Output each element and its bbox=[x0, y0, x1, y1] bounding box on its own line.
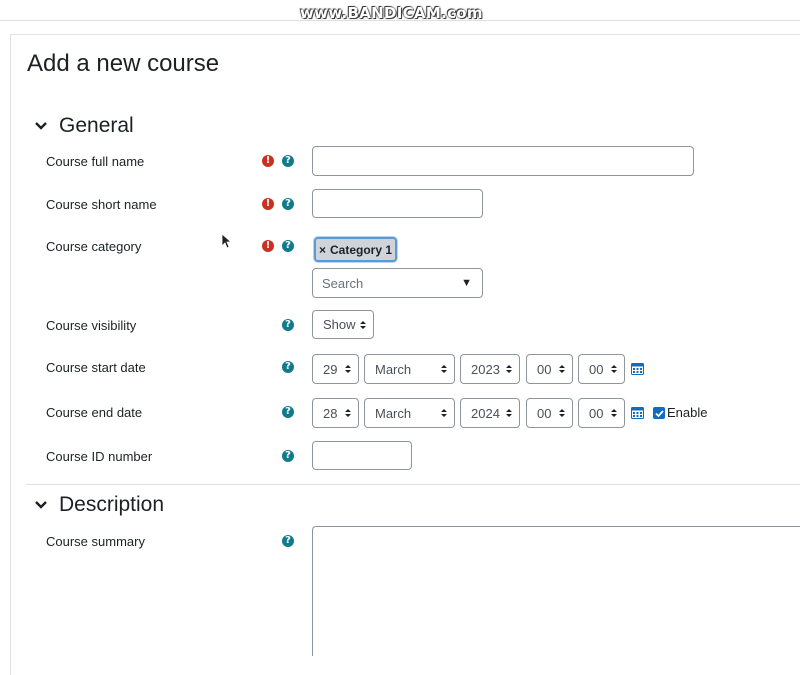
select-arrows-icon bbox=[345, 365, 351, 373]
watermark: www.BANDICAM.com bbox=[300, 4, 483, 22]
section-description-title: Description bbox=[59, 493, 165, 516]
start-hour-value: 00 bbox=[537, 361, 552, 377]
select-arrows-icon bbox=[345, 409, 351, 417]
select-arrows-icon bbox=[441, 409, 447, 417]
end-hour-value: 00 bbox=[537, 405, 552, 421]
tag-remove-icon[interactable]: × bbox=[319, 243, 326, 257]
section-general-title: General bbox=[59, 114, 134, 137]
section-divider bbox=[26, 484, 800, 485]
category-search-select[interactable]: Search ▼ bbox=[312, 268, 483, 298]
end-minute-select[interactable]: 00 bbox=[578, 398, 625, 428]
required-icon: ! bbox=[262, 198, 274, 210]
end-year-select[interactable]: 2024 bbox=[460, 398, 520, 428]
help-icon[interactable]: ? bbox=[282, 361, 294, 373]
course-id-number-label: Course ID number bbox=[46, 449, 153, 464]
required-icon: ! bbox=[262, 240, 274, 252]
category-tag[interactable]: × Category 1 bbox=[314, 237, 397, 262]
help-icon[interactable]: ? bbox=[282, 406, 294, 418]
end-year-value: 2024 bbox=[471, 405, 500, 421]
caret-down-icon: ▼ bbox=[461, 277, 472, 289]
course-full-name-input[interactable] bbox=[312, 146, 694, 176]
calendar-icon[interactable] bbox=[631, 406, 644, 419]
select-arrows-icon bbox=[441, 365, 447, 373]
required-icon: ! bbox=[262, 155, 274, 167]
end-date-enable-label[interactable]: Enable bbox=[667, 405, 707, 420]
select-arrows-icon bbox=[506, 409, 512, 417]
chevron-down-icon bbox=[35, 501, 47, 509]
mouse-cursor-icon bbox=[221, 233, 231, 249]
course-summary-label: Course summary bbox=[46, 534, 145, 549]
end-date-enable-checkbox[interactable] bbox=[653, 407, 665, 419]
help-icon[interactable]: ? bbox=[282, 155, 294, 167]
course-visibility-select[interactable]: Show bbox=[312, 310, 374, 339]
course-id-number-input[interactable] bbox=[312, 441, 412, 470]
end-month-select[interactable]: March bbox=[364, 398, 455, 428]
course-end-date-label: Course end date bbox=[46, 405, 143, 420]
course-full-name-label: Course full name bbox=[46, 154, 145, 169]
chevron-down-icon bbox=[35, 122, 47, 130]
end-month-value: March bbox=[375, 405, 412, 421]
end-day-select[interactable]: 28 bbox=[312, 398, 359, 428]
start-hour-select[interactable]: 00 bbox=[526, 354, 573, 384]
course-short-name-input[interactable] bbox=[312, 189, 483, 218]
select-arrows-icon bbox=[611, 365, 617, 373]
start-year-value: 2023 bbox=[471, 361, 500, 377]
category-tag-label: Category 1 bbox=[329, 242, 393, 257]
start-day-select[interactable]: 29 bbox=[312, 354, 359, 384]
course-summary-editor[interactable] bbox=[312, 526, 800, 656]
select-arrows-icon bbox=[360, 320, 366, 329]
end-day-value: 28 bbox=[323, 405, 338, 421]
select-arrows-icon bbox=[506, 365, 512, 373]
help-icon[interactable]: ? bbox=[282, 319, 294, 331]
calendar-icon[interactable] bbox=[631, 362, 644, 375]
course-category-label: Course category bbox=[46, 239, 142, 254]
help-icon[interactable]: ? bbox=[282, 450, 294, 462]
start-day-value: 29 bbox=[323, 361, 338, 377]
section-description-toggle[interactable]: Description bbox=[33, 493, 164, 517]
select-arrows-icon bbox=[559, 409, 565, 417]
page-title: Add a new course bbox=[27, 50, 220, 77]
course-visibility-label: Course visibility bbox=[46, 318, 137, 333]
course-visibility-value: Show bbox=[323, 317, 356, 332]
end-hour-select[interactable]: 00 bbox=[526, 398, 573, 428]
help-icon[interactable]: ? bbox=[282, 198, 294, 210]
course-short-name-label: Course short name bbox=[46, 197, 157, 212]
course-start-date-label: Course start date bbox=[46, 360, 146, 375]
help-icon[interactable]: ? bbox=[282, 240, 294, 252]
end-minute-value: 00 bbox=[589, 405, 604, 421]
start-month-select[interactable]: March bbox=[364, 354, 455, 384]
category-search-placeholder: Search bbox=[322, 275, 364, 291]
check-icon bbox=[654, 409, 664, 417]
select-arrows-icon bbox=[559, 365, 565, 373]
start-year-select[interactable]: 2023 bbox=[460, 354, 520, 384]
help-icon[interactable]: ? bbox=[282, 535, 294, 547]
start-minute-value: 00 bbox=[589, 361, 604, 377]
start-month-value: March bbox=[375, 361, 412, 377]
start-minute-select[interactable]: 00 bbox=[578, 354, 625, 384]
select-arrows-icon bbox=[611, 409, 617, 417]
section-general-toggle[interactable]: General bbox=[33, 114, 134, 138]
